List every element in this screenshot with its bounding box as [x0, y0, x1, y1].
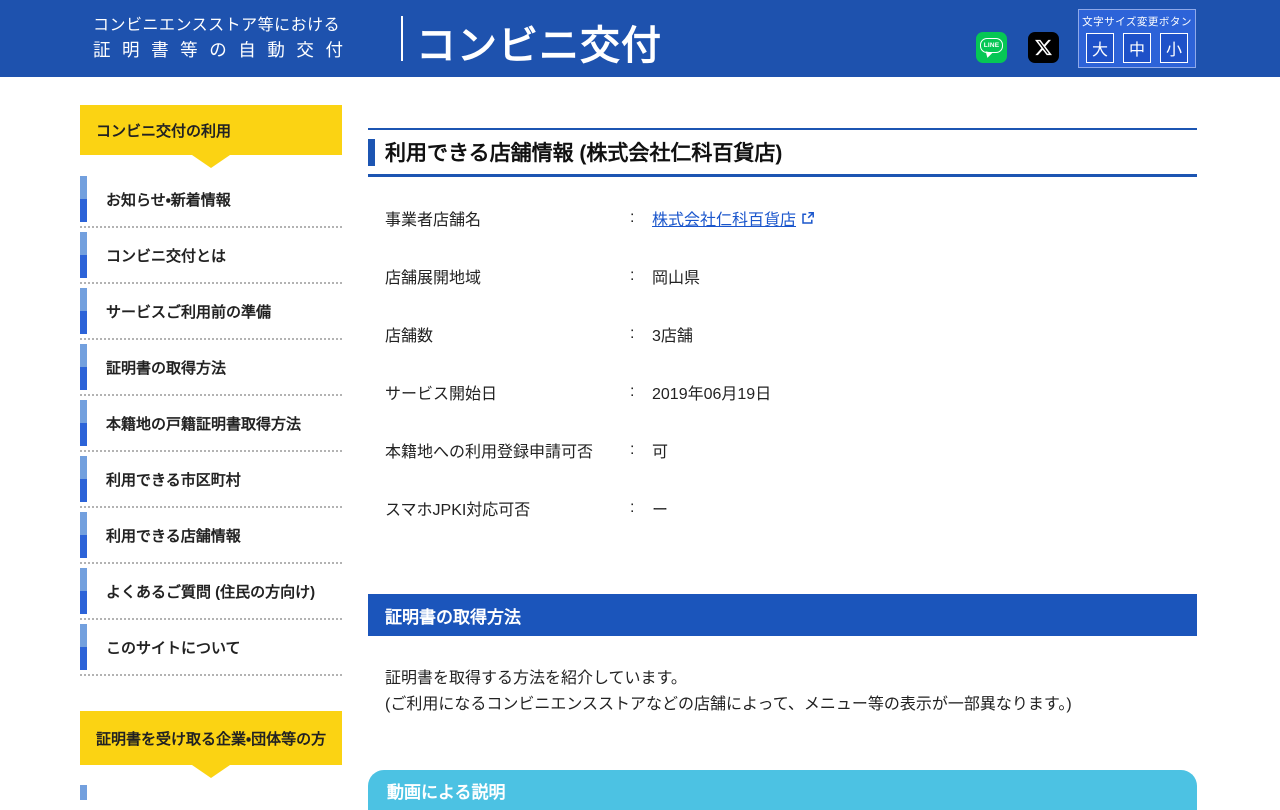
font-size-panel: 文字サイズ変更ボタン 大 中 小 — [1078, 9, 1196, 68]
section-description: 証明書を取得する方法を紹介しています。 (ご利用になるコンビニエンスストアなどの… — [368, 666, 1197, 718]
info-row-store-count: 店舗数 : 3店舗 — [368, 305, 1197, 363]
info-colon: : — [630, 383, 652, 401]
section-description-line2: (ご利用になるコンビニエンスストアなどの店舗によって、メニュー等の表示が一部異な… — [385, 692, 1197, 718]
info-row-service-start: サービス開始日 : 2019年06月19日 — [368, 363, 1197, 421]
line-share-icon[interactable]: LINE — [976, 32, 1007, 63]
info-colon: : — [630, 325, 652, 343]
info-row-smartphone-jpki: スマホJPKI対応可否 : ー — [368, 479, 1197, 537]
sidebar-item-honseki-certificate[interactable]: 本籍地の戸籍証明書取得方法 — [80, 396, 342, 452]
section-banner-how-to-get: 証明書の取得方法 — [368, 594, 1197, 636]
info-label: サービス開始日 — [385, 380, 630, 404]
site-header: コンビニエンスストア等における 証明書等の自動交付 コンビニ交付 LINE 文字… — [0, 0, 1280, 77]
x-logo-icon — [1035, 39, 1052, 56]
font-size-panel-label: 文字サイズ変更ボタン — [1079, 14, 1195, 29]
line-speech-bubble-icon: LINE — [980, 38, 1003, 53]
main-content: 利用できる店舗情報 (株式会社仁科百貨店) 事業者店舗名 : 株式会社仁科百貨店… — [368, 128, 1197, 810]
line-bubble-tail — [984, 51, 992, 58]
sidebar-item-faq[interactable]: よくあるご質問 (住民の方向け) — [80, 564, 342, 620]
site-title: コンビニ交付 — [416, 13, 662, 71]
info-label: 事業者店舗名 — [385, 206, 630, 230]
info-row-honseki-registration: 本籍地への利用登録申請可否 : 可 — [368, 421, 1197, 479]
site-tagline-line2: 証明書等の自動交付 — [93, 38, 343, 63]
sidebar: コンビニ交付の利用 お知らせ・新着情報 コンビニ交付とは サービスご利用前の準備… — [80, 105, 342, 800]
site-brand-link[interactable]: コンビニエンスストア等における 証明書等の自動交付 コンビニ交付 — [0, 0, 700, 77]
sidebar-section-title-company: 証明書を受け取る企業・団体等の方 — [80, 711, 342, 765]
sidebar-item-how-to-get[interactable]: 証明書の取得方法 — [80, 340, 342, 396]
page-title: 利用できる店舗情報 (株式会社仁科百貨店) — [385, 137, 782, 167]
info-colon: : — [630, 499, 652, 517]
info-value: 3店舗 — [652, 322, 693, 346]
info-value: 可 — [652, 438, 668, 462]
info-row-region: 店舗展開地域 : 岡山県 — [368, 247, 1197, 305]
site-tagline: コンビニエンスストア等における 証明書等の自動交付 — [93, 13, 343, 63]
font-size-medium-button[interactable]: 中 — [1123, 33, 1151, 63]
external-link-icon — [801, 211, 815, 225]
info-colon: : — [630, 441, 652, 459]
info-label: 店舗展開地域 — [385, 264, 630, 288]
info-colon: : — [630, 209, 652, 227]
sidebar-item-news[interactable]: お知らせ・新着情報 — [80, 172, 342, 228]
font-size-buttons: 大 中 小 — [1079, 33, 1195, 63]
store-info-list: 事業者店舗名 : 株式会社仁科百貨店 店舗展開地域 : 岡山県 店舗数 : 3店… — [368, 189, 1197, 537]
page-title-block: 利用できる店舗情報 (株式会社仁科百貨店) — [368, 128, 1197, 177]
sidebar-item-municipalities[interactable]: 利用できる市区町村 — [80, 452, 342, 508]
info-label: スマホJPKI対応可否 — [385, 496, 630, 520]
info-label: 本籍地への利用登録申請可否 — [385, 438, 630, 462]
x-share-icon[interactable] — [1028, 32, 1059, 63]
sidebar-menu: お知らせ・新着情報 コンビニ交付とは サービスご利用前の準備 証明書の取得方法 … — [80, 172, 342, 676]
line-icon-label: LINE — [984, 42, 1000, 49]
font-size-large-button[interactable]: 大 — [1086, 33, 1114, 63]
sidebar-item-about-site[interactable]: このサイトについて — [80, 620, 342, 676]
section-description-line1: 証明書を取得する方法を紹介しています。 — [385, 666, 1197, 692]
font-size-small-button[interactable]: 小 — [1160, 33, 1188, 63]
sidebar-item-partial — [80, 785, 342, 800]
title-accent-bar — [368, 139, 375, 166]
info-colon: : — [630, 267, 652, 285]
video-explanation-banner: 動画による説明 — [368, 770, 1197, 810]
info-value: 2019年06月19日 — [652, 380, 771, 404]
info-label: 店舗数 — [385, 322, 630, 346]
sidebar-item-about[interactable]: コンビニ交付とは — [80, 228, 342, 284]
info-value: ー — [652, 496, 668, 520]
info-value: 岡山県 — [652, 264, 700, 288]
brand-divider — [401, 16, 403, 61]
sidebar-item-store-info[interactable]: 利用できる店舗情報 — [80, 508, 342, 564]
info-row-operator-name: 事業者店舗名 : 株式会社仁科百貨店 — [368, 189, 1197, 247]
info-value: 株式会社仁科百貨店 — [652, 206, 815, 230]
operator-store-link[interactable]: 株式会社仁科百貨店 — [652, 206, 796, 230]
site-tagline-line1: コンビニエンスストア等における — [93, 13, 343, 38]
sidebar-section-title-use: コンビニ交付の利用 — [80, 105, 342, 155]
sidebar-item-preparation[interactable]: サービスご利用前の準備 — [80, 284, 342, 340]
